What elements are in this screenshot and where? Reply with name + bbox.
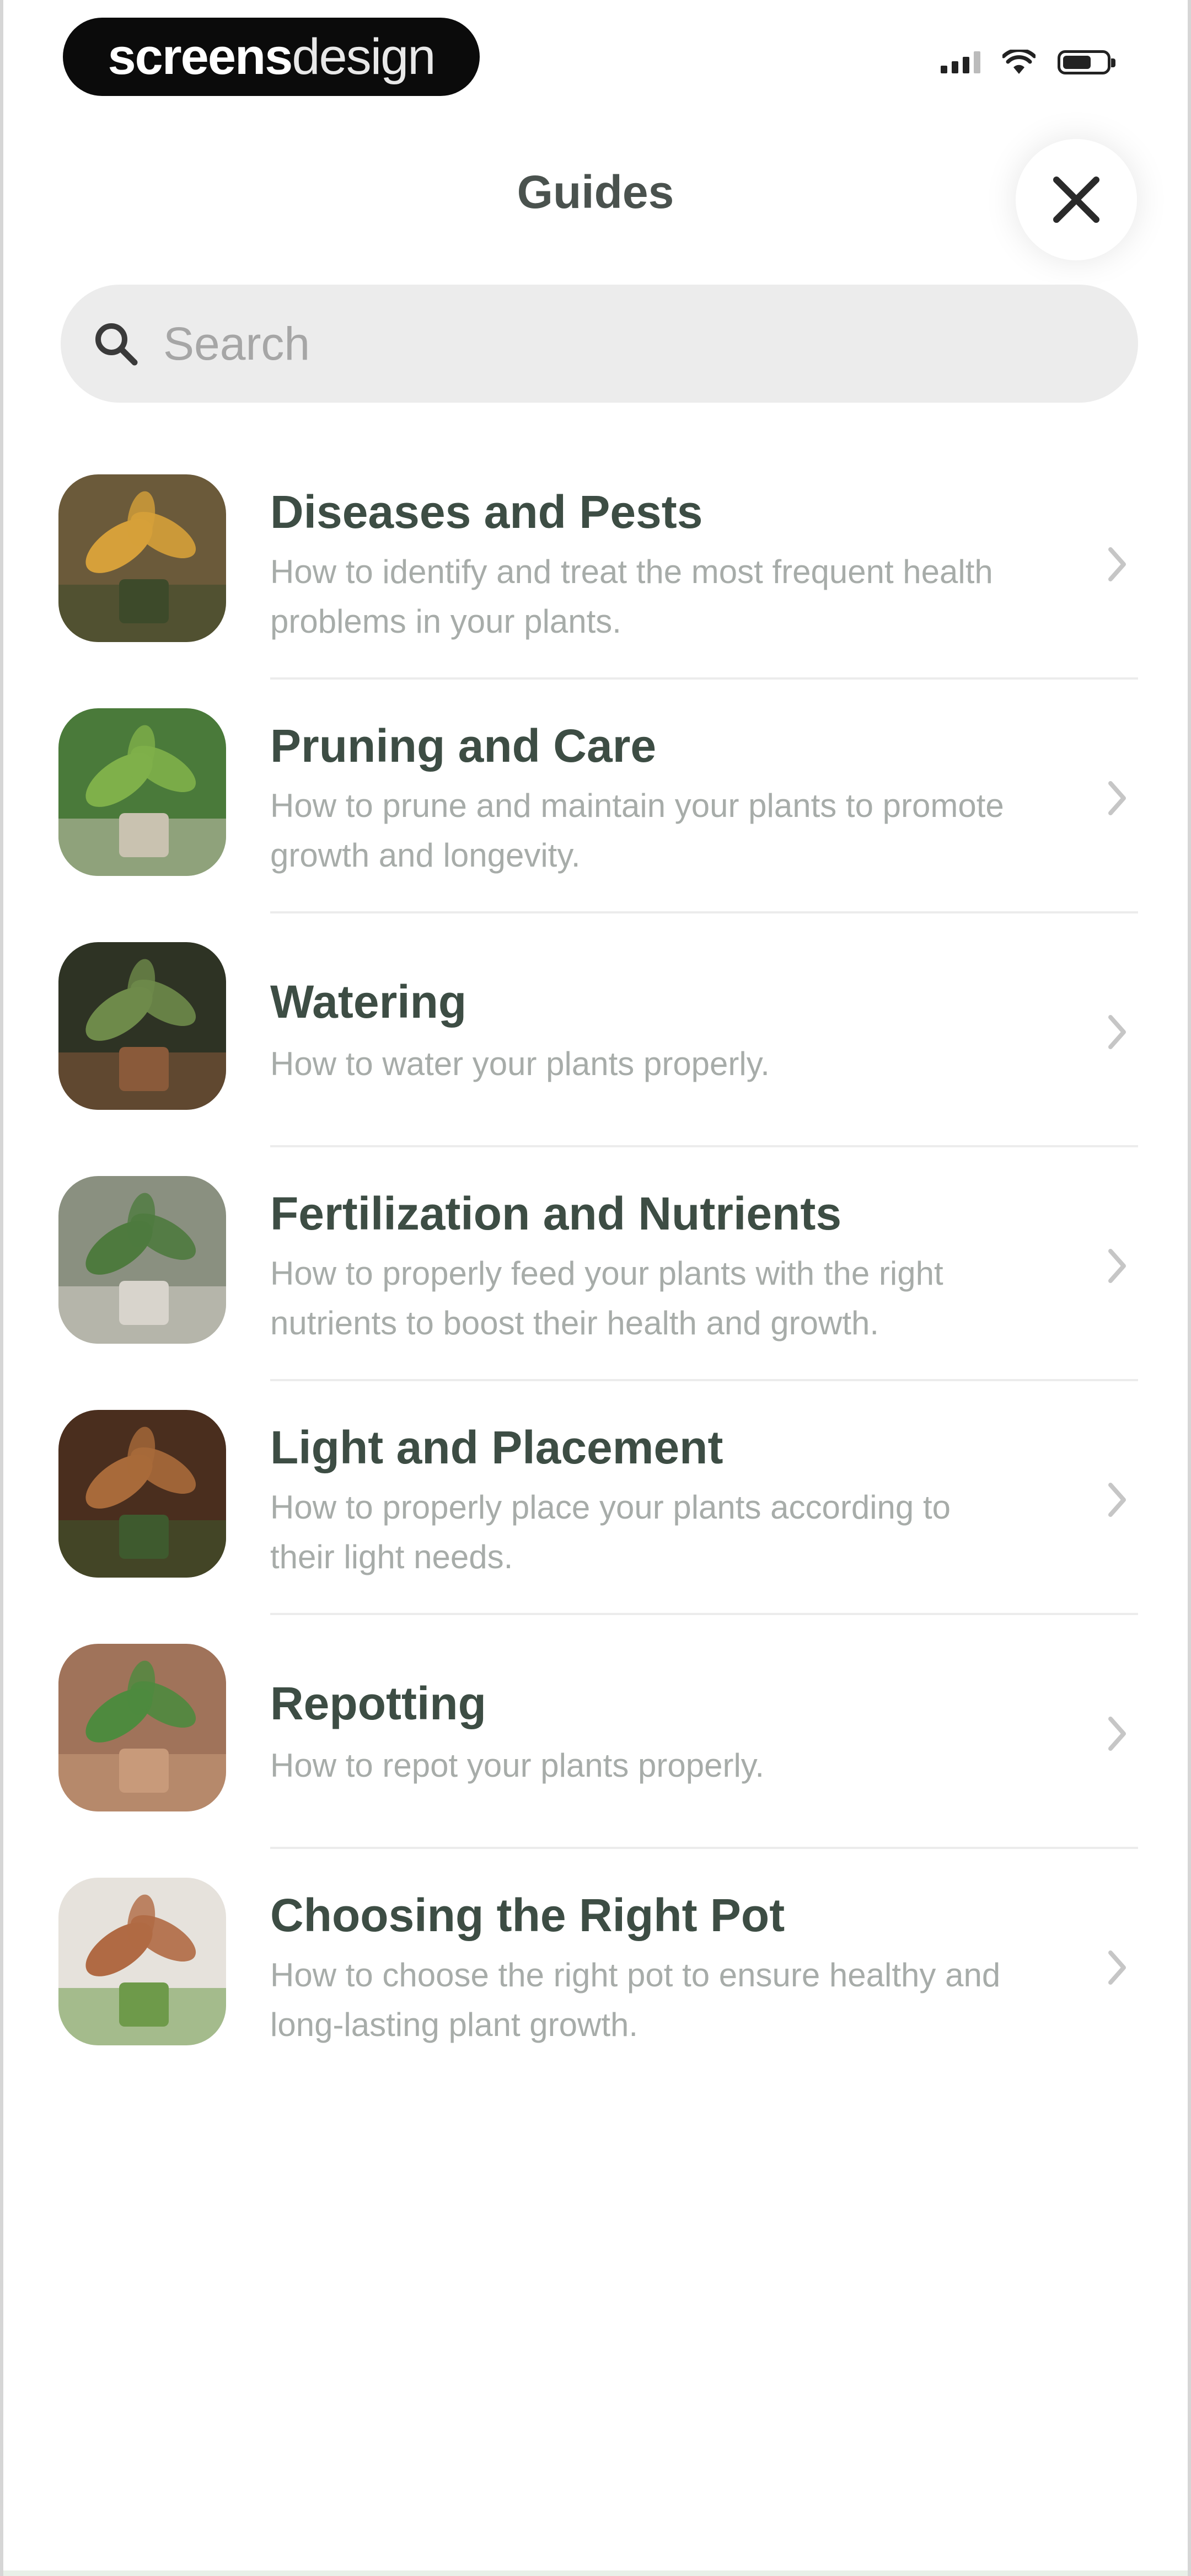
guide-thumbnail	[58, 708, 226, 876]
guide-description: How to choose the right pot to ensure he…	[270, 1957, 1001, 2043]
guide-description: How to water your plants properly.	[270, 1045, 770, 1082]
wifi-icon	[1002, 50, 1036, 74]
guide-item-fertilization-and-nutrients[interactable]: Fertilization and Nutrients How to prope…	[3, 1176, 1191, 1408]
divider	[270, 1613, 1138, 1615]
guide-item-light-and-placement[interactable]: Light and Placement How to properly plac…	[3, 1410, 1191, 1642]
divider	[270, 1379, 1138, 1381]
divider	[270, 1847, 1138, 1849]
guide-title: Choosing the Right Pot	[270, 1889, 785, 1941]
cellular-signal-icon	[941, 51, 980, 73]
search-input[interactable]	[162, 316, 1047, 371]
guide-thumbnail	[58, 1878, 226, 2045]
guide-title: Repotting	[270, 1677, 486, 1729]
search-bar[interactable]	[61, 285, 1138, 403]
guide-description: How to prune and maintain your plants to…	[270, 787, 1004, 874]
guide-item-pruning-and-care[interactable]: Pruning and Care How to prune and mainta…	[3, 708, 1191, 940]
guide-title: Fertilization and Nutrients	[270, 1188, 842, 1239]
brand-bold-text: screens	[108, 28, 293, 85]
chevron-right-icon	[1108, 781, 1126, 815]
guide-thumbnail	[58, 1410, 226, 1578]
chevron-right-icon	[1108, 1950, 1126, 1985]
guide-title: Light and Placement	[270, 1421, 723, 1473]
guide-item-choosing-the-right-pot[interactable]: Choosing the Right Pot How to choose the…	[3, 1878, 1191, 2109]
chevron-right-icon	[1108, 1483, 1126, 1517]
chevron-right-icon	[1108, 1015, 1126, 1049]
guide-thumbnail	[58, 1176, 226, 1344]
guide-title: Watering	[270, 976, 467, 1028]
status-icons	[941, 50, 1115, 75]
chevron-right-icon	[1108, 1249, 1126, 1283]
guide-description: How to repot your plants properly.	[270, 1747, 764, 1784]
chevron-right-icon	[1108, 1717, 1126, 1751]
guide-thumbnail	[58, 942, 226, 1110]
guide-description: How to properly feed your plants with th…	[270, 1255, 943, 1342]
page-title: Guides	[517, 166, 674, 218]
brand-watermark: screens design	[63, 18, 480, 96]
brand-light-text: design	[292, 28, 436, 85]
search-icon	[95, 323, 138, 366]
divider	[270, 1145, 1138, 1147]
bottom-edge	[3, 2570, 1188, 2576]
close-icon	[1053, 177, 1099, 223]
guide-item-watering[interactable]: Watering How to water your plants proper…	[3, 942, 1191, 1174]
guide-thumbnail	[58, 1644, 226, 1811]
divider	[270, 677, 1138, 680]
guide-title: Diseases and Pests	[270, 486, 703, 538]
divider	[270, 911, 1138, 913]
guide-description: How to identify and treat the most frequ…	[270, 553, 993, 640]
guides-screen: screensdesign Guides Diseases a	[0, 0, 1191, 2576]
guide-title: Pruning and Care	[270, 720, 657, 772]
chevron-right-icon	[1108, 547, 1126, 581]
guide-description: How to properly place your plants accord…	[270, 1489, 951, 1575]
close-button[interactable]	[1016, 139, 1137, 260]
battery-icon	[1058, 50, 1115, 74]
guide-thumbnail	[58, 474, 226, 642]
guide-item-repotting[interactable]: Repotting How to repot your plants prope…	[3, 1644, 1191, 1875]
guide-item-diseases-and-pests[interactable]: Diseases and Pests How to identify and t…	[3, 474, 1191, 706]
